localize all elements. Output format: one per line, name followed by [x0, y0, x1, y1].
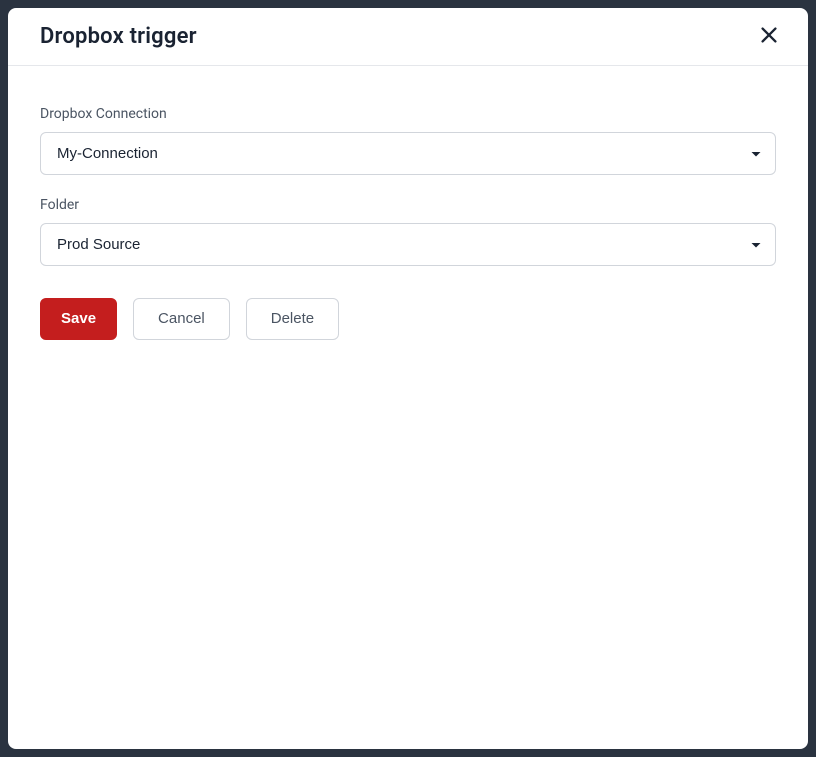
modal-header: Dropbox trigger [8, 8, 808, 66]
modal-dialog: Dropbox trigger Dropbox Connection My-Co… [8, 8, 808, 749]
connection-field-group: Dropbox Connection My-Connection [40, 106, 776, 175]
button-row: Save Cancel Delete [40, 298, 776, 340]
connection-label: Dropbox Connection [40, 106, 776, 122]
connection-select[interactable]: My-Connection [40, 132, 776, 175]
folder-field-group: Folder Prod Source [40, 197, 776, 266]
modal-body: Dropbox Connection My-Connection Folder … [8, 66, 808, 749]
modal-title: Dropbox trigger [40, 24, 197, 49]
save-button[interactable]: Save [40, 298, 117, 340]
close-button[interactable] [754, 20, 784, 53]
connection-select-wrapper: My-Connection [40, 132, 776, 175]
folder-select[interactable]: Prod Source [40, 223, 776, 266]
cancel-button[interactable]: Cancel [133, 298, 230, 340]
folder-label: Folder [40, 197, 776, 213]
delete-button[interactable]: Delete [246, 298, 339, 340]
folder-select-wrapper: Prod Source [40, 223, 776, 266]
close-icon [758, 24, 780, 49]
